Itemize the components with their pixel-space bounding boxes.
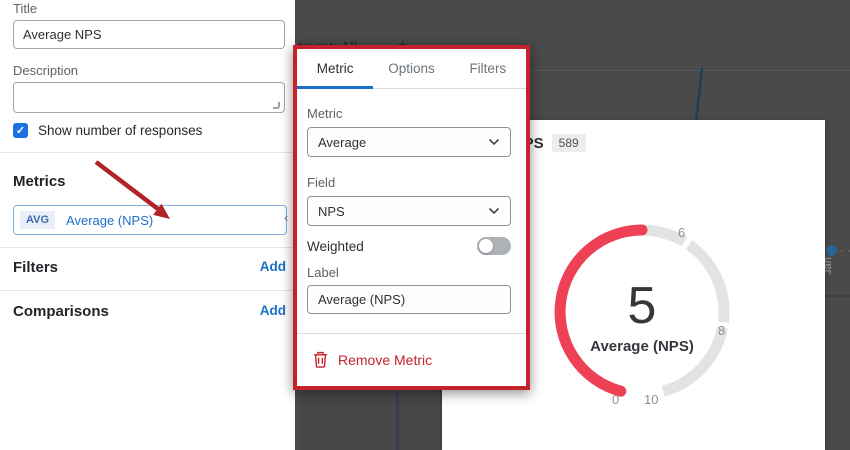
field-select-value: NPS — [318, 204, 345, 219]
section-divider — [0, 152, 295, 153]
section-divider — [0, 290, 295, 291]
remove-metric-label: Remove Metric — [338, 352, 432, 368]
toggle-knob — [479, 239, 493, 253]
gauge-tick-8: 8 — [718, 323, 725, 338]
response-count-badge: 589 — [552, 134, 586, 152]
weighted-toggle[interactable] — [477, 237, 511, 255]
show-responses-label: Show number of responses — [38, 123, 202, 138]
add-filter-button[interactable]: Add — [260, 259, 286, 274]
popup-divider — [297, 333, 526, 334]
chevron-down-icon — [488, 207, 500, 215]
gauge-max-label: 10 — [644, 392, 658, 407]
metric-select-label: Metric — [307, 106, 342, 121]
weighted-row: Weighted — [307, 237, 511, 255]
chart-dotted-line: ··· — [840, 243, 850, 257]
show-responses-checkbox[interactable]: ✓ — [13, 123, 28, 138]
popup-tab-bar: Metric Options Filters — [297, 49, 526, 89]
popover-pointer-icon: ‹ — [284, 210, 288, 225]
section-divider — [0, 247, 295, 248]
weighted-label: Weighted — [307, 239, 364, 254]
screen: tment: All ⌄ + ··· Jan Average NPS 589 5… — [0, 0, 850, 450]
title-field-label: Title — [13, 1, 37, 16]
filters-heading: Filters — [13, 259, 58, 276]
description-input[interactable] — [13, 82, 285, 113]
show-responses-row[interactable]: ✓ Show number of responses — [13, 123, 202, 138]
background-widget-divider — [396, 392, 399, 450]
gauge-metric-label: Average (NPS) — [522, 338, 762, 355]
label-input[interactable] — [307, 285, 511, 314]
gauge-value: 5 — [522, 276, 762, 336]
metrics-heading: Metrics — [13, 173, 66, 190]
field-select[interactable]: NPS — [307, 196, 511, 226]
description-field-label: Description — [13, 63, 78, 78]
checkmark-icon: ✓ — [16, 124, 25, 137]
metric-aggregation-badge: AVG — [20, 211, 55, 229]
tab-filters[interactable]: Filters — [450, 49, 526, 88]
tab-options[interactable]: Options — [373, 49, 449, 88]
title-input[interactable] — [13, 20, 285, 49]
tab-metric[interactable]: Metric — [297, 49, 373, 88]
comparisons-heading: Comparisons — [13, 303, 109, 320]
metric-chip[interactable]: AVG Average (NPS) — [13, 205, 287, 235]
chart-data-point-dot — [826, 245, 837, 256]
chevron-down-icon — [488, 138, 500, 146]
gauge-tick-6: 6 — [678, 225, 685, 240]
background-widget-block — [300, 392, 437, 450]
remove-metric-button[interactable]: Remove Metric — [313, 351, 432, 368]
resize-handle-icon[interactable] — [273, 102, 280, 109]
trash-icon — [313, 351, 328, 368]
gauge-min-label: 0 — [612, 392, 619, 407]
field-select-label: Field — [307, 175, 335, 190]
background-widget-edge — [823, 295, 850, 297]
widget-editor-panel: Title Description ✓ Show number of respo… — [0, 0, 295, 450]
add-comparison-button[interactable]: Add — [260, 303, 286, 318]
metric-config-popup: Metric Options Filters Metric Average Fi… — [293, 45, 530, 390]
metric-select[interactable]: Average — [307, 127, 511, 157]
metric-select-value: Average — [318, 135, 366, 150]
label-field-label: Label — [307, 265, 339, 280]
metric-chip-label: Average (NPS) — [66, 213, 153, 228]
